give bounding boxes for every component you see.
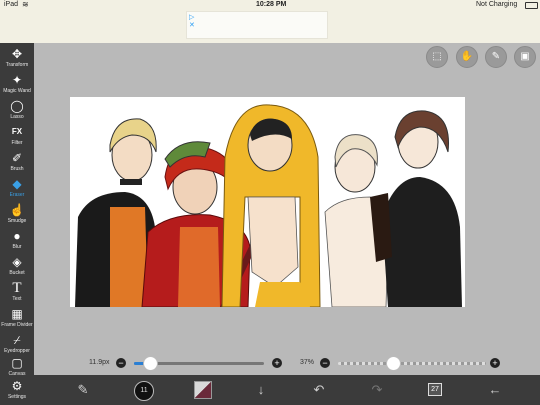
ad-choices-icon[interactable]: ▷ ✕ bbox=[189, 14, 195, 30]
tool-eraser[interactable]: ◆ Eraser bbox=[0, 176, 34, 202]
status-bar: iPad ≋ 10:28 PM Not Charging bbox=[0, 0, 540, 11]
layers-count: 27 bbox=[428, 383, 442, 396]
tool-magic-wand[interactable]: ✦ Magic Wand bbox=[0, 72, 34, 98]
layers-button[interactable]: 27 bbox=[426, 381, 444, 399]
drawing-canvas[interactable] bbox=[70, 97, 465, 307]
pen-button[interactable]: ✎ bbox=[485, 46, 507, 68]
text-icon: T bbox=[12, 280, 22, 296]
clock: 10:28 PM bbox=[256, 1, 287, 8]
redo-button[interactable]: ↷ bbox=[368, 381, 386, 399]
blur-icon: ● bbox=[13, 229, 21, 243]
download-button[interactable]: ↓ bbox=[252, 381, 270, 399]
redo-icon: ↷ bbox=[371, 382, 383, 397]
tool-blur[interactable]: ● Blur bbox=[0, 228, 34, 254]
tool-filter[interactable]: FX Filter bbox=[0, 124, 34, 150]
magic-wand-icon: ✦ bbox=[11, 73, 23, 87]
brush-size-value: 11.9px bbox=[89, 359, 110, 366]
tool-text[interactable]: T Text bbox=[0, 280, 34, 306]
size-plus-button[interactable]: + bbox=[272, 358, 282, 368]
selection-button[interactable]: ⬚ bbox=[426, 46, 448, 68]
tool-transform[interactable]: ✥ Transform bbox=[0, 46, 34, 72]
opacity-slider-knob[interactable] bbox=[385, 356, 401, 371]
undo-button[interactable]: ↶ bbox=[310, 381, 328, 399]
menu-button[interactable]: ✎ bbox=[74, 381, 92, 399]
battery-status: Not Charging bbox=[476, 1, 518, 8]
brush-size-badge: 11 bbox=[140, 387, 148, 394]
opacity-slider[interactable] bbox=[338, 356, 486, 371]
image-button[interactable]: ▣ bbox=[514, 46, 536, 68]
tool-sidebar: ✥ Transform ✦ Magic Wand ◯ Lasso FX Filter ✐… bbox=[0, 43, 34, 405]
canvas-icon: ▢ bbox=[11, 356, 23, 370]
selection-icon: ⬚ bbox=[432, 51, 442, 62]
bucket-icon: ◈ bbox=[12, 255, 22, 269]
back-button[interactable]: ← bbox=[486, 381, 504, 399]
brush-preview-button[interactable]: 11 bbox=[134, 381, 154, 401]
tool-brush[interactable]: ✐ Brush bbox=[0, 150, 34, 176]
arrow-left-icon: ← bbox=[488, 382, 502, 397]
smudge-icon: ☝ bbox=[9, 203, 25, 217]
bottom-toolbar: ✎ 11 ↓ ↶ ↷ 27 ← bbox=[34, 375, 540, 405]
artwork bbox=[75, 104, 462, 307]
gear-icon: ⚙ bbox=[11, 379, 23, 393]
eyedropper-icon: ⌿ bbox=[13, 333, 21, 347]
size-slider-knob[interactable] bbox=[142, 356, 158, 371]
tool-settings[interactable]: ⚙ Settings bbox=[0, 378, 34, 404]
hand-button[interactable]: ✋ bbox=[456, 46, 478, 68]
tool-frame-divider[interactable]: ▦ Frame Divider bbox=[0, 306, 34, 332]
image-icon: ▣ bbox=[520, 51, 530, 62]
battery-icon bbox=[525, 2, 538, 9]
opacity-value: 37% bbox=[300, 359, 315, 366]
brush-icon: ✐ bbox=[11, 151, 23, 165]
pen-icon: ✎ bbox=[491, 51, 501, 62]
move-icon: ✥ bbox=[11, 47, 23, 61]
frame-divider-icon: ▦ bbox=[11, 307, 23, 321]
hand-icon: ✋ bbox=[460, 51, 474, 62]
opacity-plus-button[interactable]: + bbox=[490, 358, 500, 368]
ad-area: ▷ ✕ bbox=[0, 11, 540, 43]
arrow-down-icon: ↓ bbox=[257, 382, 265, 397]
lasso-icon: ◯ bbox=[10, 99, 24, 113]
opacity-minus-button[interactable]: − bbox=[320, 358, 330, 368]
filter-icon: FX bbox=[11, 127, 23, 136]
eraser-icon: ◆ bbox=[12, 177, 22, 191]
size-minus-button[interactable]: − bbox=[116, 358, 126, 368]
color-swatch-button[interactable] bbox=[194, 381, 212, 399]
wifi-icon: ≋ bbox=[22, 0, 29, 9]
stylus-icon: ✎ bbox=[77, 382, 89, 397]
undo-icon: ↶ bbox=[313, 382, 325, 397]
brush-sliders: 11.9px − + 37% − + bbox=[34, 355, 540, 375]
tool-lasso[interactable]: ◯ Lasso bbox=[0, 98, 34, 124]
size-slider[interactable] bbox=[134, 356, 264, 371]
device-label: iPad bbox=[4, 1, 19, 8]
tool-smudge[interactable]: ☝ Smudge bbox=[0, 202, 34, 228]
ad-banner[interactable]: ▷ ✕ bbox=[186, 11, 328, 39]
tool-bucket[interactable]: ◈ Bucket bbox=[0, 254, 34, 280]
